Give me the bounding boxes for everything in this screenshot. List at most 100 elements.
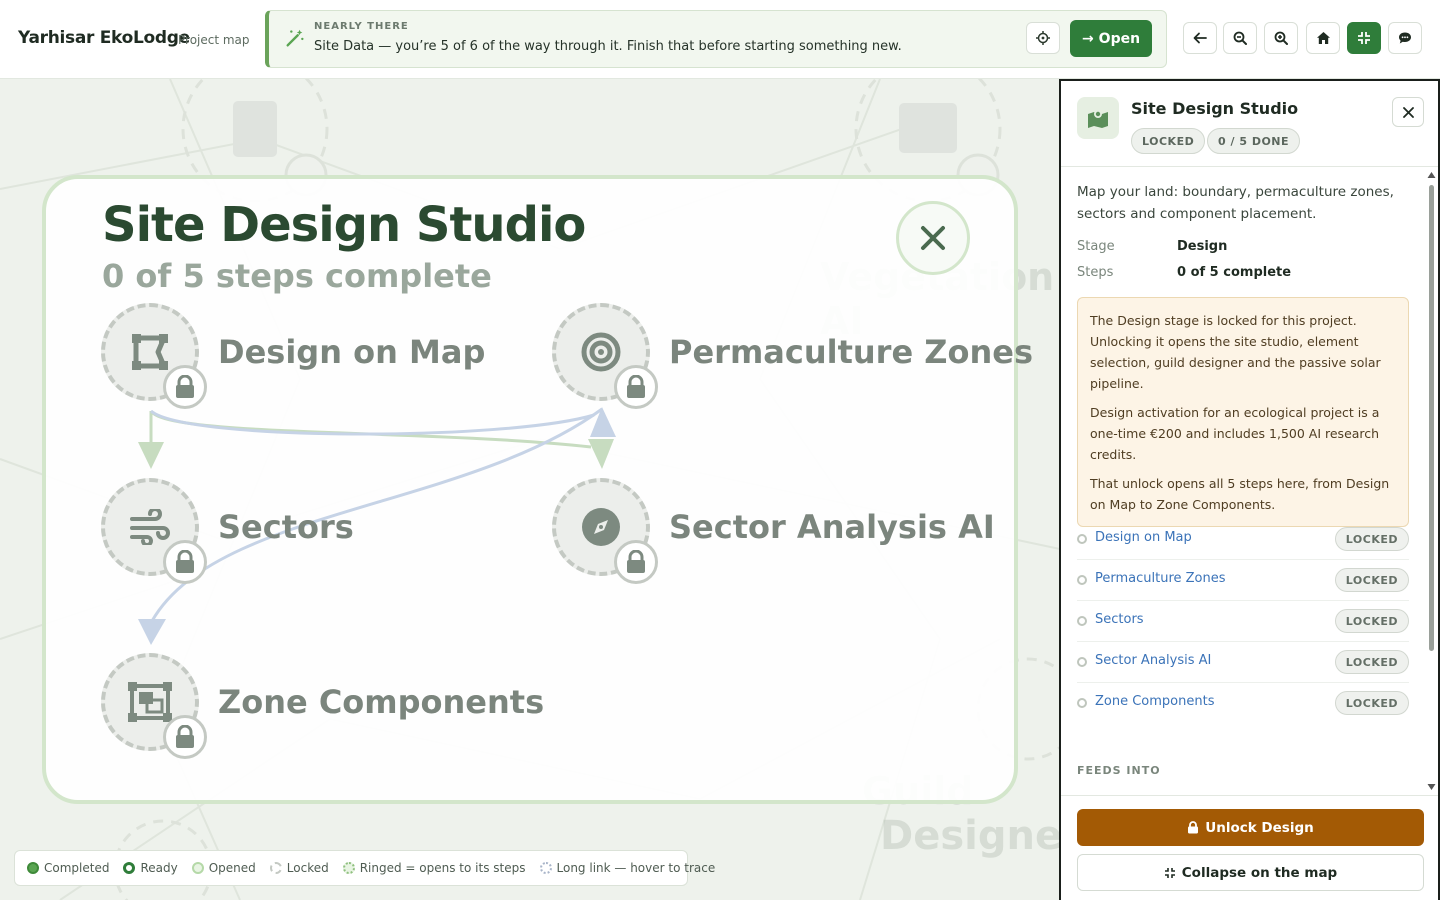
feeds-into-heading: FEEDS INTO [1077,764,1161,777]
notice-paragraph: That unlock opens all 5 steps here, from… [1090,476,1390,512]
panel-scrollbar[interactable] [1427,171,1436,793]
step-list-item[interactable]: Design on Map LOCKED [1077,519,1409,560]
step-list: Design on Map LOCKED Permaculture Zones … [1077,519,1409,724]
project-map[interactable]: Vegetation AI Guild Designer Site Design… [0,79,1060,900]
compass-icon [582,508,620,546]
legend-label: Ready [140,861,178,875]
zoom-out-icon [1233,31,1247,45]
arrow-right-icon: → [1081,30,1094,47]
collapse-view-button[interactable] [1347,22,1381,54]
scrollbar-thumb[interactable] [1429,185,1434,651]
steps-label: Steps [1077,265,1114,280]
lock-icon [176,550,194,573]
close-icon [1402,106,1414,118]
step-link[interactable]: Sectors [1095,612,1144,627]
legend-ringed: Ringed = opens to its steps [342,861,526,875]
step-status-dot [1077,657,1087,667]
legend-label: Ringed = opens to its steps [359,861,526,875]
progress-badge: 0 / 5 DONE [1207,128,1301,154]
step-link[interactable]: Design on Map [1095,530,1192,545]
steps-value: 0 of 5 complete [1177,265,1292,280]
long-link-dot-icon [539,862,552,874]
lock-icon [176,375,194,398]
collapse-on-map-label: Collapse on the map [1181,864,1338,881]
map-marked-icon [1088,110,1108,128]
zoom-in-button[interactable] [1264,22,1298,54]
lock-icon [627,550,645,573]
magic-wand-icon [286,29,304,47]
panel-footer: Unlock Design Collapse on the map [1061,795,1438,900]
ready-dot-icon [123,862,136,874]
step-status-dot [1077,575,1087,585]
scroll-up-icon [1427,172,1436,178]
step-list-item[interactable]: Permaculture Zones LOCKED [1077,560,1409,601]
legend-label: Completed [44,861,110,875]
ghost-label: Designer [880,813,1060,859]
unlock-design-label: Unlock Design [1205,819,1314,836]
completed-dot-icon [27,862,39,874]
step-link[interactable]: Zone Components [1095,694,1214,709]
stage-label: Stage [1077,239,1115,254]
map-legend: Completed Ready Opened Locked Ringed = o… [14,850,715,886]
back-icon [1193,32,1207,44]
nudge-banner: NEARLY THERE Site Data — you’re 5 of 6 o… [265,10,1167,68]
legend-completed: Completed [27,861,109,875]
legend-locked: Locked [269,861,329,875]
studio-card: Site Design Studio 0 of 5 steps complete… [42,175,1033,804]
ringed-dot-icon [342,862,355,874]
step-status-dot [1077,698,1087,708]
notice-paragraph: The Design stage is locked for this proj… [1090,313,1381,391]
vector-square-icon [132,334,168,370]
step-status-badge: LOCKED [1334,691,1409,715]
zoom-in-icon [1274,31,1288,45]
step-node-label: Sectors [218,508,354,546]
step-list-item[interactable]: Sectors LOCKED [1077,601,1409,642]
legend-long-link: Long link — hover to trace [539,861,715,875]
step-node-label: Permaculture Zones [669,333,1034,371]
collapse-icon [1358,32,1370,44]
open-button-label: Open [1098,30,1141,47]
lock-icon [627,375,645,398]
locked-dot-icon [269,862,282,874]
zoom-out-button[interactable] [1223,22,1257,54]
lock-icon [1188,821,1199,834]
compress-icon [1164,867,1175,878]
step-status-badge: LOCKED [1334,527,1409,551]
panel-description: Map your land: boundary, permaculture zo… [1077,184,1394,222]
back-button[interactable] [1183,22,1217,54]
step-link[interactable]: Sector Analysis AI [1095,653,1211,668]
legend-ready: Ready [123,861,178,875]
step-link[interactable]: Permaculture Zones [1095,571,1226,586]
legend-label: Locked [286,861,329,875]
chat-icon [1399,32,1411,44]
status-badge: LOCKED [1131,128,1206,154]
open-button[interactable]: → Open [1070,20,1152,57]
locked-notice: The Design stage is locked for this proj… [1077,297,1409,527]
unlock-design-button[interactable]: Unlock Design [1077,809,1424,846]
step-node-label: Sector Analysis AI [669,508,995,546]
step-list-item[interactable]: Sector Analysis AI LOCKED [1077,642,1409,683]
panel-close-button[interactable] [1392,97,1424,127]
app-title: Yarhisar EkoLodge [18,28,190,48]
panel-body[interactable]: Map your land: boundary, permaculture zo… [1077,181,1417,777]
step-status-badge: LOCKED [1334,568,1409,592]
locate-button[interactable] [1026,22,1060,54]
step-status-dot [1077,534,1087,544]
home-icon [1316,32,1330,44]
panel-header: Site Design Studio LOCKED 0 / 5 DONE [1061,81,1438,167]
object-group-icon [128,682,172,722]
collapse-on-map-button[interactable]: Collapse on the map [1077,854,1424,891]
step-status-badge: LOCKED [1334,609,1409,633]
bullseye-icon [581,332,621,372]
legend-opened: Opened [191,861,256,875]
chat-button[interactable] [1388,22,1422,54]
top-bar: Yarhisar EkoLodge Project map NEARLY THE… [0,0,1440,79]
banner-kicker: NEARLY THERE [314,21,409,32]
panel-icon-tile [1077,97,1119,139]
wind-icon [130,509,170,545]
opened-dot-icon [191,862,204,874]
step-status-dot [1077,616,1087,626]
step-list-item[interactable]: Zone Components LOCKED [1077,683,1409,724]
home-button[interactable] [1306,22,1340,54]
detail-panel: Site Design Studio LOCKED 0 / 5 DONE Map… [1059,79,1440,900]
